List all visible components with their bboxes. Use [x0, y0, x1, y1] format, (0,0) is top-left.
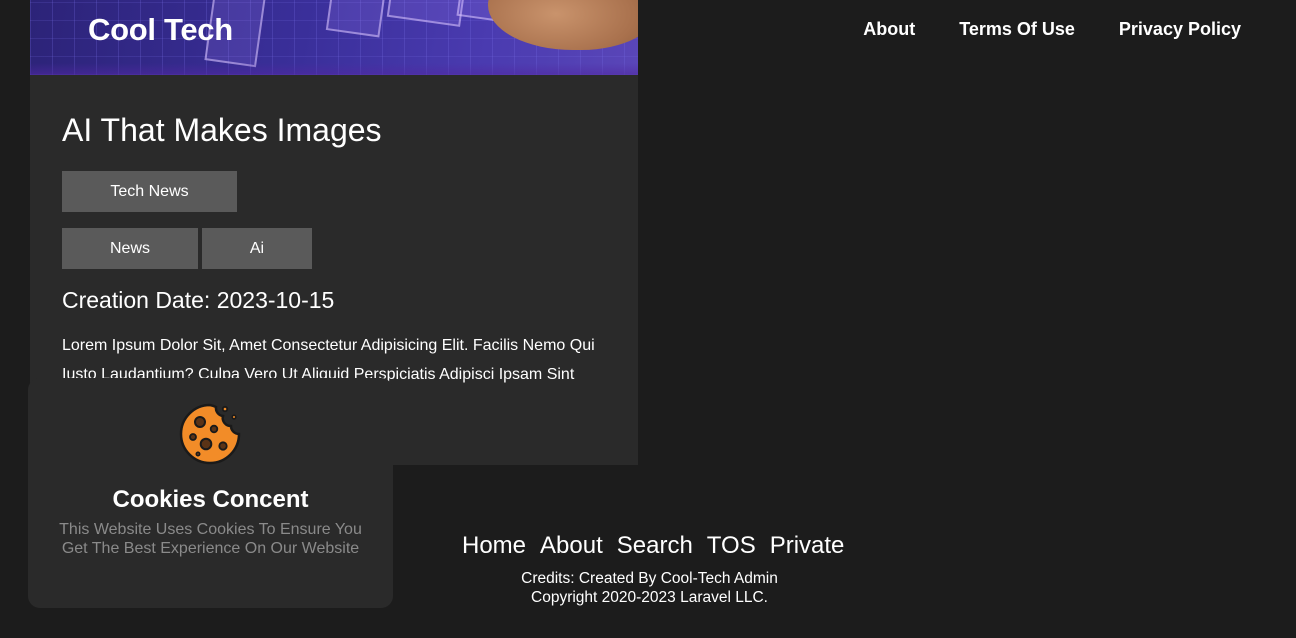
nav-terms-link[interactable]: Terms Of Use — [959, 19, 1075, 40]
cookie-icon — [179, 403, 241, 465]
footer-credits: Credits: Created By Cool-Tech Admin Copy… — [519, 569, 780, 607]
tag-ai[interactable]: Ai — [202, 228, 312, 269]
tag-news[interactable]: News — [62, 228, 198, 269]
site-logo[interactable]: Cool Tech — [88, 12, 233, 48]
nav-about-link[interactable]: About — [863, 19, 915, 40]
category-badge[interactable]: Tech News — [62, 171, 237, 212]
credits-text: Credits: Created By Cool-Tech Admin — [521, 570, 778, 587]
cookie-consent-popup: Cookies Concent This Website Uses Cookie… — [28, 378, 393, 608]
footer-nav: Home About Search TOS Private — [462, 532, 844, 560]
copyright-text: Copyright 2020-2023 Laravel LLC. — [531, 589, 768, 606]
article-title[interactable]: AI That Makes Images — [62, 112, 382, 149]
footer-home-link[interactable]: Home — [462, 532, 526, 560]
creation-date: Creation Date: 2023-10-15 — [62, 287, 335, 313]
footer-search-link[interactable]: Search — [617, 532, 693, 560]
footer-private-link[interactable]: Private — [770, 532, 845, 560]
footer-tos-link[interactable]: TOS — [707, 532, 756, 560]
cookie-popup-title: Cookies Concent — [112, 486, 309, 513]
page: Cool Tech About Terms Of Use Privacy Pol… — [0, 0, 1296, 638]
cookie-popup-text: This Website Uses Cookies To Ensure You … — [59, 521, 362, 557]
top-nav: About Terms Of Use Privacy Policy — [863, 19, 1241, 40]
nav-privacy-link[interactable]: Privacy Policy — [1119, 19, 1241, 40]
footer-about-link[interactable]: About — [540, 532, 603, 560]
